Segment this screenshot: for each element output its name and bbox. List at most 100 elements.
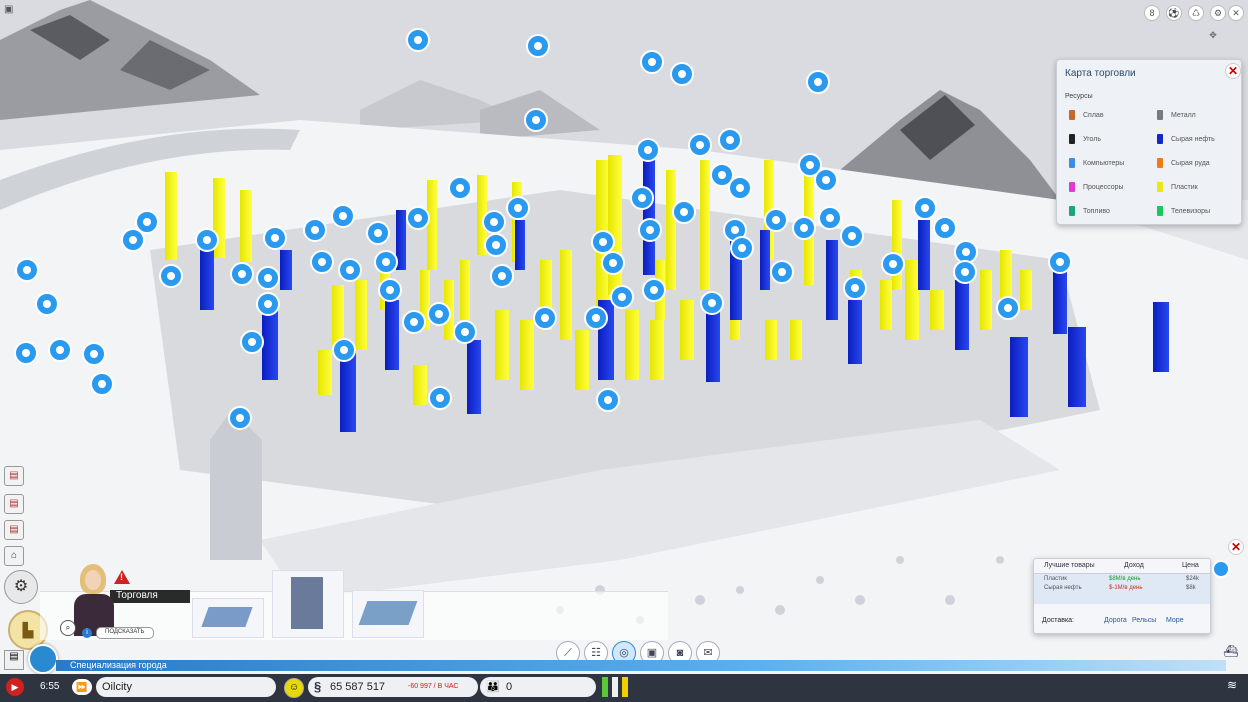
legend-item[interactable]: Топливо [1069,206,1110,216]
population-count: 0 [506,681,513,693]
pin-center [696,141,704,149]
pin-center [609,259,617,267]
legend-item[interactable]: Телевизоры [1157,206,1210,216]
ship-icon[interactable]: ⛴ [1220,644,1242,662]
friends-icon[interactable]: ⚽ [1166,5,1182,21]
legend-label: Компьютеры [1083,159,1125,167]
pin-center [736,184,744,192]
pin-center [435,310,443,318]
pause-button[interactable]: ▶ [6,678,24,696]
pin-center [534,42,542,50]
pin-center [414,36,422,44]
delivery-road[interactable]: Дорога [1104,617,1127,624]
pin-center [646,226,654,234]
delivery-rails[interactable]: Рельсы [1132,617,1156,624]
population-icon: 👪 [486,681,500,693]
pin-center [738,244,746,252]
pin-center [382,258,390,266]
pin-center [806,161,814,169]
pin-center [414,214,422,222]
legend-item[interactable]: Сырая нефть [1157,134,1215,144]
happiness-icon[interactable]: ☺ [284,678,304,698]
trade-map-close-button[interactable]: ✕ [1225,63,1241,79]
layers-icon[interactable]: ≋ [1222,678,1242,698]
resource-swatch-icon [1069,182,1075,192]
search-icon[interactable]: ⌕ [60,620,76,636]
edit-icon[interactable]: ▤ [4,650,24,670]
pin-center [386,286,394,294]
rci-green-bar [602,677,608,697]
chat-icon[interactable]: ▣ [4,4,18,16]
pin-center [726,136,734,144]
specialization-shield-icon[interactable] [28,644,58,674]
pin-center [514,204,522,212]
delivery-sea[interactable]: Море [1166,617,1184,624]
city-name: Oilcity [102,681,132,693]
pin-center [492,241,500,249]
tool-icon-1[interactable]: ▤ [4,466,24,486]
legend-item[interactable]: Пластик [1157,182,1198,192]
pin-center [718,171,726,179]
building-option-1[interactable] [192,598,264,638]
hint-button[interactable]: ПОДСКАЗАТЬ [96,627,154,639]
camera-compass-icon[interactable]: ✥ [1200,30,1226,46]
pin-center [143,218,151,226]
exit-icon[interactable]: ✕ [1228,5,1244,21]
building-option-2[interactable] [272,570,344,638]
pin-center [941,224,949,232]
pin-center [410,318,418,326]
goods-row-income: $-1M/в день [1109,585,1143,591]
goods-panel-side-icon[interactable] [1212,560,1230,578]
pin-center [532,116,540,124]
price-col-header: Цена [1182,562,1199,569]
pin-center [264,274,272,282]
pin-center [1004,304,1012,312]
goods-panel-close-button[interactable]: ✕ [1228,539,1244,555]
pin-center [203,236,211,244]
building-option-3[interactable] [352,590,424,638]
pin-center [638,194,646,202]
trade-map-panel: Карта торговли ✕ Ресурсы Сплав Металл Угол… [1056,59,1242,225]
pin-center [822,176,830,184]
population-field[interactable]: 👪 0 [480,677,596,697]
pin-center [436,394,444,402]
tool-icon-2[interactable]: ▤ [4,494,24,514]
money-field[interactable]: § 65 587 517 -60 997 / В ЧАС [308,677,478,697]
pin-center [346,266,354,274]
legend-label: Процессоры [1083,183,1124,191]
pin-center [318,258,326,266]
top-right-icons: 8 ⚽ ♺ ⚙ ✕ [1144,5,1244,23]
achievement-icon[interactable]: 8 [1144,5,1160,21]
specialization-bar[interactable]: Специализация города [56,660,1226,671]
pin-center [498,272,506,280]
pin-center [541,314,549,322]
legend-item[interactable]: Сырая руда [1157,158,1210,168]
region-icon[interactable]: ♺ [1188,5,1204,21]
legend-item[interactable]: Компьютеры [1069,158,1124,168]
alert-icon[interactable]: ! [114,570,130,584]
goods-row-income: $8M/в день [1109,576,1141,582]
pin-center [961,268,969,276]
resource-swatch-icon [1069,206,1075,216]
city-name-field[interactable]: Oilcity [96,677,276,697]
goods-rows: Пластик $8M/в день $24k Сырая нефть $-1M… [1034,574,1210,604]
pin-center [167,272,175,280]
speed-button[interactable]: ⏩ [72,679,92,695]
settings-icon[interactable]: ⚙ [1210,5,1226,21]
tool-icon-4[interactable]: ⌂ [4,546,24,566]
goods-row-name: Пластик [1044,576,1067,582]
tool-icon-3[interactable]: ▤ [4,520,24,540]
resource-swatch-icon [1157,182,1163,192]
pin-center [680,208,688,216]
legend-item[interactable]: Металл [1157,110,1196,120]
pin-center [43,300,51,308]
status-bar: ▶ 6:55 ⏩ Oilcity ☺ § 65 587 517 -60 997 … [0,674,1248,702]
money-icon: § [314,679,322,694]
pin-center [129,236,137,244]
legend-item[interactable]: Уголь [1069,134,1101,144]
pin-center [236,414,244,422]
info-icon[interactable]: i [82,628,92,638]
legend-item[interactable]: Сплав [1069,110,1104,120]
city-specialization-cluster-icon[interactable]: ⚙ [4,570,38,604]
legend-item[interactable]: Процессоры [1069,182,1124,192]
